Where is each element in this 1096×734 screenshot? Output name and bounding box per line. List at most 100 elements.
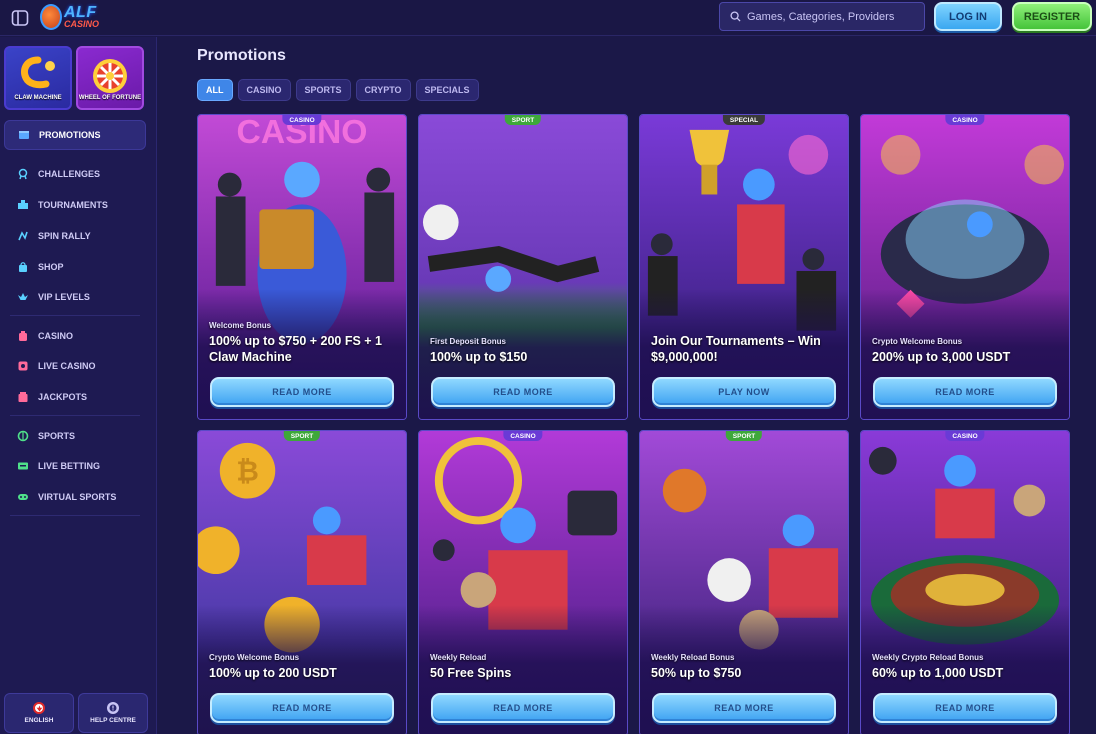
claw-icon bbox=[21, 56, 55, 89]
sidebar: CLAW MACHINE WHEEL OF FORTUNE PROMOTIONS… bbox=[0, 37, 157, 734]
promo-card[interactable]: CASINO Weekly Reload 50 Free Spins READ … bbox=[418, 430, 628, 734]
logo-main-text: ALF bbox=[64, 3, 97, 21]
promo-card[interactable]: SPORT Weekly Reload Bonus 50% up to $750… bbox=[639, 430, 849, 734]
canada-flag-icon bbox=[33, 702, 45, 714]
sidebar-item-label: PROMOTIONS bbox=[39, 130, 101, 140]
filter-crypto[interactable]: CRYPTO bbox=[355, 79, 411, 101]
search-box[interactable] bbox=[719, 2, 925, 31]
search-input[interactable] bbox=[747, 10, 917, 23]
promo-card[interactable]: ₿ SPORT Crypto Welcome Bonus 100% up to … bbox=[197, 430, 407, 734]
read-more-button[interactable]: READ MORE bbox=[431, 693, 615, 723]
sidebar-item-label: LIVE BETTING bbox=[38, 461, 101, 471]
promotions-icon bbox=[17, 129, 31, 141]
sidebar-item-shop[interactable]: SHOP bbox=[4, 252, 146, 282]
sidebar-item-label: SPIN RALLY bbox=[38, 231, 91, 241]
language-label: ENGLISH bbox=[24, 717, 54, 724]
promo-subtitle: Weekly Reload Bonus bbox=[651, 653, 735, 662]
play-now-button[interactable]: PLAY NOW bbox=[652, 377, 836, 407]
sidebar-item-label: SPORTS bbox=[38, 431, 76, 441]
search-icon bbox=[730, 11, 741, 22]
virtual-sports-icon bbox=[16, 491, 30, 503]
read-more-button[interactable]: READ MORE bbox=[210, 377, 394, 407]
read-more-button[interactable]: READ MORE bbox=[431, 377, 615, 407]
login-button[interactable]: LOG IN bbox=[934, 2, 1002, 31]
register-button[interactable]: REGISTER bbox=[1012, 2, 1092, 31]
promo-card[interactable]: SPORT First Deposit Bonus 100% up to $15… bbox=[418, 114, 628, 420]
svg-text:₿: ₿ bbox=[236, 456, 259, 487]
sidebar-item-label: VIRTUAL SPORTS bbox=[38, 492, 117, 502]
filter-casino[interactable]: CASINO bbox=[237, 79, 291, 101]
sidebar-item-label: VIP LEVELS bbox=[38, 292, 90, 302]
category-tag: SPORT bbox=[283, 431, 321, 441]
logo-mascot-icon bbox=[40, 4, 62, 30]
promo-title: Join Our Tournaments – Win $9,000,000! bbox=[651, 334, 821, 365]
sidebar-item-virtual-sports[interactable]: VIRTUAL SPORTS bbox=[4, 482, 146, 512]
wheel-of-fortune-label: WHEEL OF FORTUNE bbox=[78, 95, 142, 102]
tournaments-icon bbox=[16, 199, 30, 211]
help-icon bbox=[107, 702, 119, 714]
sidebar-item-sports[interactable]: SPORTS bbox=[4, 421, 146, 451]
category-tag: CASINO bbox=[945, 431, 985, 441]
filter-all[interactable]: ALL bbox=[197, 79, 233, 101]
category-tag: SPORT bbox=[725, 431, 763, 441]
promo-subtitle: Weekly Reload bbox=[430, 653, 487, 662]
challenges-icon bbox=[16, 168, 30, 180]
promo-title: 50% up to $750 bbox=[651, 666, 742, 680]
sidebar-item-tournaments[interactable]: TOURNAMENTS bbox=[4, 190, 146, 220]
promo-card[interactable]: CASINO CASINO Welcome Bonus 100% up to $… bbox=[197, 114, 407, 420]
read-more-button[interactable]: READ MORE bbox=[873, 377, 1057, 407]
casino-icon bbox=[16, 330, 30, 342]
promo-title: 50 Free Spins bbox=[430, 666, 512, 680]
sidebar-item-label: CASINO bbox=[38, 331, 74, 341]
vip-icon bbox=[16, 291, 30, 303]
category-tag: CASINO bbox=[282, 115, 322, 125]
read-more-button[interactable]: READ MORE bbox=[873, 693, 1057, 723]
wheel-icon bbox=[93, 59, 127, 93]
filter-sports[interactable]: SPORTS bbox=[295, 79, 351, 101]
promo-subtitle: First Deposit Bonus bbox=[430, 337, 507, 346]
sidebar-item-label: LIVE CASINO bbox=[38, 361, 96, 371]
category-tag: CASINO bbox=[503, 431, 543, 441]
sidebar-item-live-casino[interactable]: LIVE CASINO bbox=[4, 351, 146, 381]
sidebar-item-label: TOURNAMENTS bbox=[38, 200, 108, 210]
promo-card[interactable]: CASINO Weekly Crypto Reload Bonus 60% up… bbox=[860, 430, 1070, 734]
page-title: Promotions bbox=[197, 47, 286, 64]
spin-rally-icon bbox=[16, 230, 30, 242]
sidebar-item-label: JACKPOTS bbox=[38, 392, 88, 402]
sidebar-toggle-icon[interactable] bbox=[8, 6, 32, 30]
claw-machine-tile[interactable]: CLAW MACHINE bbox=[4, 46, 72, 110]
logo[interactable]: ALF CASINO bbox=[40, 0, 110, 34]
sidebar-divider bbox=[10, 315, 140, 316]
sidebar-item-promotions[interactable]: PROMOTIONS bbox=[4, 120, 146, 150]
sidebar-item-jackpots[interactable]: JACKPOTS bbox=[4, 382, 146, 412]
shop-icon bbox=[16, 261, 30, 273]
promo-subtitle: Crypto Welcome Bonus bbox=[209, 653, 300, 662]
claw-machine-label: CLAW MACHINE bbox=[14, 95, 62, 102]
promo-title: 100% up to $150 bbox=[430, 350, 528, 364]
promo-subtitle: Welcome Bonus bbox=[209, 321, 272, 330]
sidebar-item-live-betting[interactable]: LIVE BETTING bbox=[4, 451, 146, 481]
sidebar-item-challenges[interactable]: CHALLENGES bbox=[4, 159, 146, 189]
filter-specials[interactable]: SPECIALS bbox=[415, 79, 479, 101]
sidebar-divider bbox=[10, 515, 140, 516]
sidebar-item-spin-rally[interactable]: SPIN RALLY bbox=[4, 221, 146, 251]
logo-sub-text: CASINO bbox=[64, 19, 100, 30]
language-button[interactable]: ENGLISH bbox=[4, 693, 74, 733]
promo-card[interactable]: SPECIAL Join Our Tournaments – Win $9,00… bbox=[639, 114, 849, 420]
help-centre-label: HELP CENTRE bbox=[90, 717, 136, 724]
sidebar-item-casino[interactable]: CASINO bbox=[4, 321, 146, 351]
promo-filter-tabs: ALL CASINO SPORTS CRYPTO SPECIALS bbox=[197, 79, 479, 101]
read-more-button[interactable]: READ MORE bbox=[652, 693, 836, 723]
sidebar-item-vip-levels[interactable]: VIP LEVELS bbox=[4, 282, 146, 312]
sidebar-item-label: SHOP bbox=[38, 262, 64, 272]
live-betting-icon bbox=[16, 460, 30, 472]
promo-subtitle: Weekly Crypto Reload Bonus bbox=[872, 653, 984, 662]
read-more-button[interactable]: READ MORE bbox=[210, 693, 394, 723]
category-tag: CASINO bbox=[945, 115, 985, 125]
sidebar-divider bbox=[10, 415, 140, 416]
wheel-of-fortune-tile[interactable]: WHEEL OF FORTUNE bbox=[76, 46, 144, 110]
help-centre-button[interactable]: HELP CENTRE bbox=[78, 693, 148, 733]
promo-card[interactable]: CASINO Crypto Welcome Bonus 200% up to 3… bbox=[860, 114, 1070, 420]
top-bar: ALF CASINO LOG IN REGISTER bbox=[0, 0, 1096, 36]
promo-title: 100% up to 200 USDT bbox=[209, 666, 337, 680]
